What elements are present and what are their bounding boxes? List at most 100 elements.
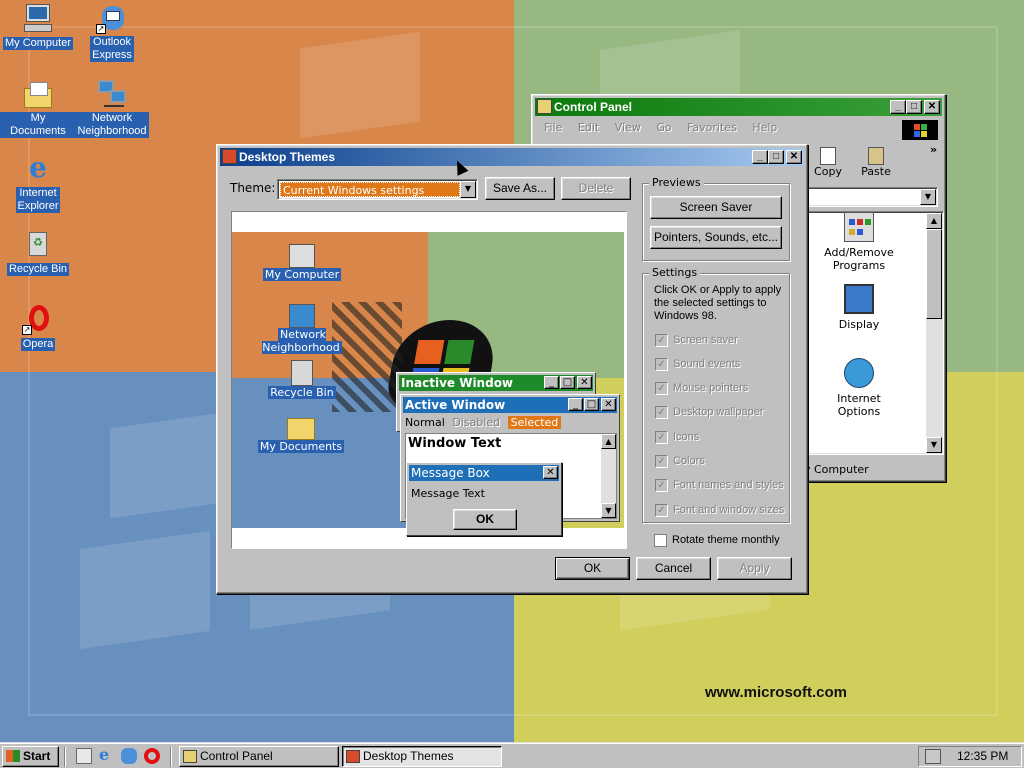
minimize-button[interactable]: _ (752, 150, 768, 164)
start-label: Start (23, 749, 51, 763)
theme-select[interactable]: Current Windows settings ▼ (277, 179, 478, 200)
preview-message-titlebar: Message Box ✕ (409, 465, 559, 481)
maximize-icon: □ (560, 376, 575, 389)
desktop-icon-my-documents[interactable]: My Documents (0, 78, 76, 138)
paste-button[interactable]: Paste (856, 147, 896, 183)
checkmark-icon: ✓ (655, 334, 668, 347)
checkbox-font-sizes[interactable]: ✓ Font and window sizes (655, 504, 795, 517)
taskbar-control-panel[interactable]: Control Panel (179, 746, 339, 767)
preview-inactive-titlebar: Inactive Window _ □ ✕ (399, 375, 593, 391)
apply-button[interactable]: Apply (717, 557, 792, 580)
desktop-icon-outlook-express[interactable]: ↗ Outlook Express (74, 2, 150, 62)
settings-description: Click OK or Apply to apply the selected … (654, 284, 782, 322)
preview-icon-label: Recycle Bin (268, 386, 336, 399)
scroll-up-arrow-icon[interactable]: ▲ (926, 213, 942, 229)
save-as-button[interactable]: Save As... (485, 177, 555, 200)
item-add-remove-programs[interactable]: Add/Remove Programs (811, 212, 907, 272)
checkbox-font-names[interactable]: ✓ Font names and styles (655, 479, 795, 492)
checkbox-icons[interactable]: ✓ Icons (655, 431, 795, 444)
minimize-button[interactable]: _ (890, 100, 906, 114)
copy-button[interactable]: Copy (808, 147, 848, 183)
item-display[interactable]: Display (811, 284, 907, 331)
internet-explorer-icon: e (29, 151, 47, 184)
checkbox-label: Desktop wallpaper (673, 406, 764, 418)
checkbox-sound-events[interactable]: ✓ Sound events (655, 358, 795, 371)
task-label: Desktop Themes (363, 749, 454, 763)
desktop-themes-window[interactable]: Desktop Themes _ □ ✕ Theme: Current Wind… (216, 144, 808, 594)
rotate-theme-label: Rotate theme monthly (672, 534, 780, 546)
microsoft-watermark: www.microsoft.com (705, 684, 847, 701)
chevron-down-icon[interactable]: ▼ (920, 189, 936, 205)
taskbar-desktop-themes[interactable]: Desktop Themes (342, 746, 502, 767)
clock[interactable]: 12:35 PM (957, 749, 1008, 763)
desktop-icon-opera[interactable]: ↗ Opera (0, 303, 76, 351)
checkbox-mouse-pointers[interactable]: ✓ Mouse pointers (655, 382, 795, 395)
preview-icon-label: My Documents (257, 440, 345, 453)
checkbox-desktop-wallpaper[interactable]: ✓ Desktop wallpaper (655, 406, 795, 419)
rotate-theme-checkbox[interactable]: Rotate theme monthly (654, 534, 794, 547)
start-button[interactable]: Start (2, 746, 59, 767)
ok-button[interactable]: OK (555, 557, 630, 580)
address-combo[interactable]: ▼ (804, 187, 938, 207)
scroll-thumb[interactable] (926, 229, 942, 319)
preview-menu-selected: Selected (507, 416, 562, 429)
item-internet-options[interactable]: Internet Options (811, 358, 907, 418)
menu-go[interactable]: Go (656, 121, 671, 134)
menu-view[interactable]: View (615, 121, 641, 134)
desktop-themes-titlebar[interactable]: Desktop Themes _ □ ✕ (220, 148, 804, 166)
close-icon: ✕ (577, 376, 592, 389)
scroll-down-arrow-icon[interactable]: ▼ (926, 437, 942, 453)
checkbox-colors[interactable]: ✓ Colors (655, 455, 795, 468)
internet-explorer-quicklaunch-icon[interactable]: e (99, 747, 115, 764)
recycle-bin-icon: ♻ (22, 228, 54, 260)
toolbar-more-chevron-icon[interactable]: » (930, 143, 937, 156)
chevron-down-icon[interactable]: ▼ (460, 181, 476, 198)
preview-window-text: Window Text (408, 436, 502, 451)
desktop-icon-label: Network Neighborhood (75, 112, 149, 138)
desktop-icon-internet-explorer[interactable]: e Internet Explorer (0, 153, 76, 213)
settings-group-label: Settings (649, 266, 701, 279)
checkbox-label: Font names and styles (673, 479, 784, 491)
preview-menu-disabled: Disabled (452, 416, 501, 429)
control-panel-title: Control Panel (554, 100, 633, 114)
desktop-icon-my-computer[interactable]: My Computer (0, 2, 76, 50)
menu-edit[interactable]: Edit (578, 121, 599, 134)
opera-quicklaunch-icon[interactable] (144, 748, 160, 764)
control-panel-icon (183, 750, 197, 763)
previews-group: Previews Screen Saver Pointers, Sounds, … (642, 176, 790, 261)
desktop-icon-network-neighborhood[interactable]: Network Neighborhood (74, 78, 150, 138)
paste-icon (868, 147, 884, 165)
theme-label: Theme: (230, 181, 276, 195)
scheduler-tray-icon[interactable] (925, 749, 941, 764)
control-panel-icon (537, 99, 552, 114)
close-icon: ✕ (601, 398, 616, 411)
pointers-sounds-button[interactable]: Pointers, Sounds, etc... (650, 226, 782, 249)
checkbox-label: Sound events (673, 358, 741, 370)
screen-saver-button[interactable]: Screen Saver (650, 196, 782, 219)
maximize-button[interactable]: □ (768, 150, 784, 164)
control-panel-titlebar[interactable]: Control Panel _ □ ✕ (535, 98, 942, 116)
close-button[interactable]: ✕ (924, 100, 940, 114)
desktop-icon-label: Internet Explorer (15, 187, 61, 213)
network-neighborhood-icon (96, 78, 128, 110)
menu-file[interactable]: File (544, 121, 562, 134)
checkbox-label: Screen saver (673, 334, 738, 346)
checkmark-icon: ✓ (655, 431, 668, 444)
close-button[interactable]: ✕ (786, 150, 802, 164)
delete-button[interactable]: Delete (561, 177, 631, 200)
checkbox-screen-saver[interactable]: ✓ Screen saver (655, 334, 795, 347)
my-computer-icon (289, 244, 315, 268)
menu-help[interactable]: Help (752, 121, 777, 134)
vertical-scrollbar[interactable]: ▲ ▼ (926, 213, 942, 453)
internet-options-icon (844, 358, 874, 388)
minimize-icon: _ (544, 376, 559, 389)
outlook-express-quicklaunch-icon[interactable] (121, 748, 137, 764)
desktop-icon-label: Outlook Express (90, 36, 134, 62)
desktop-icon-recycle-bin[interactable]: ♻ Recycle Bin (0, 228, 76, 276)
menu-favorites[interactable]: Favorites (687, 121, 737, 134)
desktop-themes-icon (222, 149, 237, 164)
maximize-button[interactable]: □ (906, 100, 922, 114)
my-documents-icon (287, 418, 315, 440)
cancel-button[interactable]: Cancel (636, 557, 711, 580)
show-desktop-icon[interactable] (76, 748, 92, 764)
